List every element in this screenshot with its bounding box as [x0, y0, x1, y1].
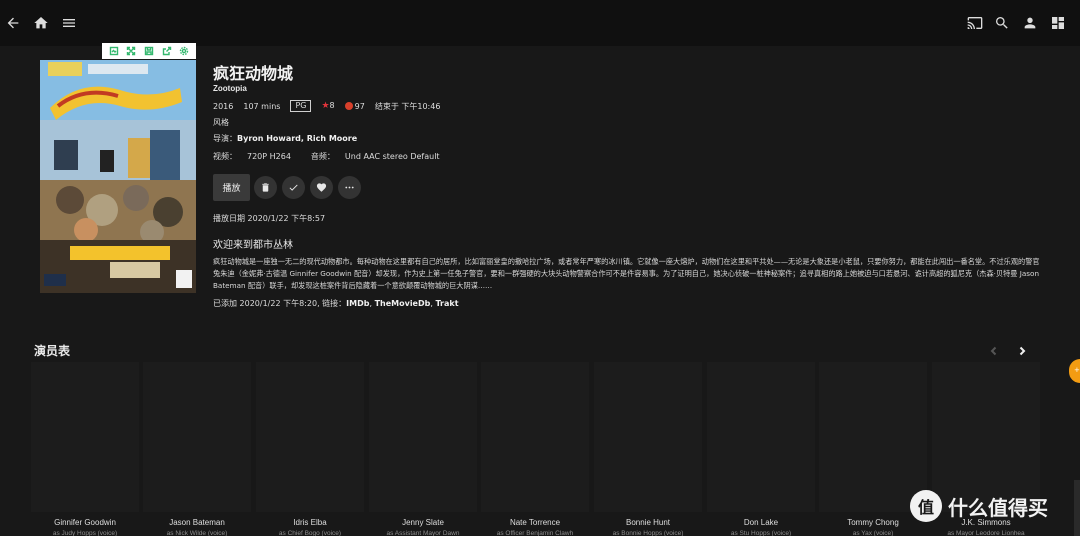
cast-card[interactable]: Jason Bateman as Nick Wilde (voice) [143, 362, 251, 536]
cast-role: as Stu Hopps (voice) [730, 530, 792, 536]
movie-title: 疯狂动物城 [213, 64, 294, 83]
cast-name: Don Lake [743, 518, 779, 527]
heart-icon [316, 183, 327, 192]
cast-next-button[interactable] [1014, 343, 1030, 359]
favorite-button[interactable] [310, 176, 333, 199]
added-and-links: 已添加 2020/1/22 下午8:20, 链接：IMDb, TheMovieD… [213, 299, 459, 308]
cast-prev-button[interactable] [986, 343, 1002, 359]
cast-name: Nate Torrence [509, 518, 561, 527]
scrollbar[interactable] [1074, 480, 1080, 536]
imdb-link[interactable]: IMDb [346, 299, 369, 308]
top-bar [0, 0, 1080, 46]
settings-icon[interactable] [179, 46, 190, 57]
cast-role: as Officer Benjamin Clawh [496, 530, 574, 536]
delete-icon [262, 183, 269, 192]
community-rating: ★8 [321, 101, 335, 111]
critic-rating: 97 [344, 101, 365, 111]
home-icon[interactable] [30, 12, 52, 34]
save-icon[interactable] [143, 46, 154, 57]
movie-poster[interactable] [40, 60, 196, 293]
delete-button[interactable] [254, 176, 277, 199]
watermark-logo: 值 [910, 490, 942, 522]
cast-role: as Judy Hopps (voice) [52, 530, 118, 536]
cast-role: as Mayor Leodore Lionhea [947, 530, 1025, 536]
cast-photo [369, 362, 477, 512]
side-float-button[interactable]: + [1069, 359, 1080, 383]
cast-name: Ginnifer Goodwin [54, 518, 116, 527]
cast-card[interactable]: Don Lake as Stu Hopps (voice) [707, 362, 815, 536]
trakt-link[interactable]: Trakt [435, 299, 458, 308]
cast-role: as Yax (voice) [852, 530, 894, 536]
ends-at: 结束于 下午10:46 [374, 101, 441, 111]
cast-photo [594, 362, 702, 512]
cast-photo [143, 362, 251, 512]
cast-photo [707, 362, 815, 512]
more-icon [345, 186, 354, 189]
year: 2016 [213, 101, 234, 111]
watermark: 值 什么值得买 [910, 490, 1048, 522]
cast-role: as Assistant Mayor Dawn [386, 530, 460, 536]
tomato-icon [344, 101, 353, 110]
mark-played-button[interactable] [282, 176, 305, 199]
dashboard-icon[interactable] [1047, 12, 1069, 34]
played-date: 播放日期 2020/1/22 下午8:57 [213, 214, 326, 223]
genre-label: 风格 [213, 118, 229, 127]
cast-photo [31, 362, 139, 512]
cast-role: as Nick Wilde (voice) [166, 530, 228, 536]
plus-icon: + [1074, 366, 1080, 374]
official-rating-badge: PG [290, 100, 312, 112]
cast-card[interactable]: Jenny Slate as Assistant Mayor Dawn [369, 362, 477, 536]
cast-name: Jason Bateman [169, 518, 225, 527]
play-button[interactable]: 播放 [213, 174, 250, 201]
cast-card[interactable]: Nate Torrence as Officer Benjamin Clawh [481, 362, 589, 536]
fullscreen-icon[interactable] [126, 46, 137, 57]
cast-icon[interactable] [964, 12, 986, 34]
tagline: 欢迎来到都市丛林 [213, 240, 293, 251]
share-icon[interactable] [161, 46, 172, 57]
overview: 疯狂动物城是一座独一无二的现代动物都市。每种动物在这里都有自己的居所，比如富丽堂… [213, 257, 1040, 290]
cast-card[interactable]: Bonnie Hunt as Bonnie Hopps (voice) [594, 362, 702, 536]
cast-photo [256, 362, 364, 512]
original-title: Zootopia [213, 84, 247, 93]
cast-photo [481, 362, 589, 512]
directors-line: 导演：Byron Howard, Rich Moore [213, 134, 358, 143]
cast-name: Bonnie Hunt [625, 518, 671, 527]
poster-toolbar [102, 43, 196, 59]
chevron-right-icon [1019, 346, 1026, 356]
cast-name: Jenny Slate [402, 518, 444, 527]
cast-section-title: 演员表 [34, 344, 71, 358]
edit-image-icon[interactable] [108, 46, 119, 57]
cast-card[interactable]: Idris Elba as Chief Bogo (voice) [256, 362, 364, 536]
watermark-text: 什么值得买 [948, 495, 1048, 520]
check-icon [289, 184, 298, 191]
media-info-line: 视频： 720P H264 音频： Und AAC stereo Default [213, 152, 440, 161]
star-icon: ★ [321, 101, 330, 111]
chevron-left-icon [990, 346, 997, 356]
directors-link[interactable]: Byron Howard, Rich Moore [237, 134, 357, 143]
movie-meta: 2016 107 mins PG ★8 97 结束于 下午10:46 [213, 99, 440, 113]
more-button[interactable] [338, 176, 361, 199]
cast-role: as Bonnie Hopps (voice) [612, 530, 684, 536]
back-arrow-icon[interactable] [2, 12, 24, 34]
runtime: 107 mins [243, 101, 281, 111]
menu-icon[interactable] [58, 12, 80, 34]
cast-role: as Chief Bogo (voice) [278, 530, 342, 536]
user-icon[interactable] [1019, 12, 1041, 34]
themoviedb-link[interactable]: TheMovieDb [375, 299, 431, 308]
cast-card[interactable]: Ginnifer Goodwin as Judy Hopps (voice) [31, 362, 139, 536]
search-icon[interactable] [991, 12, 1013, 34]
cast-name: Idris Elba [293, 518, 327, 527]
